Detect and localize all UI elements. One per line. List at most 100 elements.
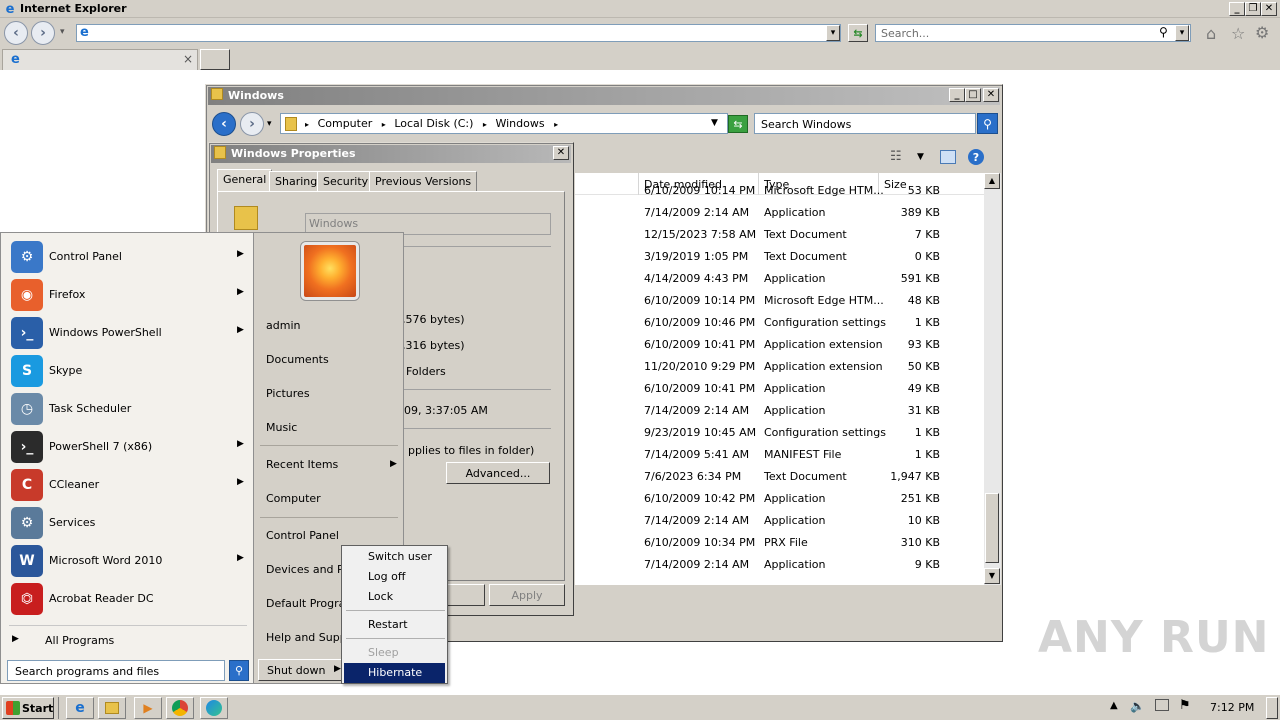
places-help-support[interactable]: Help and Supp — [266, 631, 347, 644]
taskbar-explorer-icon[interactable] — [98, 697, 126, 719]
places-devices-printers[interactable]: Devices and Pri — [266, 563, 351, 576]
ie-search-input[interactable]: Search... — [881, 27, 929, 40]
volume-icon[interactable]: 🔈 — [1130, 699, 1145, 713]
preview-pane-icon[interactable] — [940, 150, 956, 164]
explorer-maximize-button[interactable]: □ — [965, 88, 981, 102]
scroll-up-button[interactable]: ▲ — [984, 173, 1000, 189]
taskbar-ie-icon[interactable]: e — [66, 697, 94, 719]
apply-button[interactable]: Apply — [489, 584, 565, 606]
network-icon[interactable] — [1155, 699, 1169, 711]
close-button[interactable]: ✕ — [1261, 2, 1277, 16]
home-icon[interactable]: ⌂ — [1206, 24, 1216, 43]
places-computer[interactable]: Computer — [266, 492, 321, 505]
program-item[interactable]: ◷ Task Scheduler — [9, 391, 249, 427]
breadcrumb-local-disk[interactable]: Local Disk (C:) — [394, 117, 473, 130]
shutdown-arrow-icon[interactable]: ▶ — [334, 664, 341, 674]
places-control-panel[interactable]: Control Panel — [266, 529, 339, 542]
table-row[interactable]: 6/10/2009 10:42 PM Application 251 KB — [575, 488, 975, 510]
explorer-forward-button[interactable]: › — [240, 112, 264, 136]
vertical-scrollbar[interactable]: ▲ ▼ — [984, 173, 1001, 585]
table-row[interactable]: 11/20/2010 9:29 PM Application extension 5… — [575, 356, 975, 378]
address-bar[interactable]: e ▾ — [76, 24, 841, 42]
menu-switch-user[interactable]: Switch user — [344, 547, 445, 567]
breadcrumb-windows[interactable]: Windows — [495, 117, 544, 130]
start-button[interactable]: Start — [2, 697, 54, 719]
table-row[interactable]: 6/10/2009 10:34 PM PRX File 310 KB — [575, 532, 975, 554]
breadcrumb-dropdown-icon[interactable]: ▼ — [711, 118, 718, 128]
program-item[interactable]: ⚙ Control Panel ▶ — [9, 239, 249, 275]
table-row[interactable]: 6/10/2009 10:14 PM Microsoft Edge HTM... 4… — [575, 290, 975, 312]
program-item[interactable]: W Microsoft Word 2010 ▶ — [9, 543, 249, 579]
tab-sharing[interactable]: Sharing — [269, 171, 324, 191]
address-dropdown-icon[interactable]: ▾ — [826, 25, 840, 41]
scroll-down-button[interactable]: ▼ — [984, 568, 1000, 584]
explorer-refresh-icon[interactable]: ⇆ — [728, 115, 748, 133]
program-item[interactable]: C CCleaner ▶ — [9, 467, 249, 503]
search-icon[interactable]: ⚲ — [1159, 25, 1168, 39]
tab-previous-versions[interactable]: Previous Versions — [369, 171, 478, 191]
taskbar-media-player-icon[interactable]: ▶ — [134, 697, 162, 719]
places-admin[interactable]: admin — [266, 319, 300, 332]
clock[interactable]: 7:12 PM — [1210, 701, 1254, 714]
table-row[interactable]: 6/10/2009 10:41 PM Application extension 9… — [575, 334, 975, 356]
action-center-flag-icon[interactable]: ⚑ — [1179, 698, 1191, 713]
ie-search-field[interactable]: Search... ⚲ ▾ — [875, 24, 1191, 42]
places-documents[interactable]: Documents — [266, 353, 329, 366]
ie-tab[interactable]: e × — [2, 49, 198, 70]
new-tab-button[interactable] — [200, 49, 230, 70]
menu-lock[interactable]: Lock — [344, 587, 445, 607]
start-search-input[interactable]: Search programs and files — [15, 665, 159, 678]
advanced-button[interactable]: Advanced... — [446, 462, 550, 484]
refresh-icon[interactable]: ⇆ — [848, 24, 868, 42]
back-button[interactable]: ‹ — [4, 21, 28, 45]
table-row[interactable]: 9/23/2019 10:45 AM Configuration settings… — [575, 422, 975, 444]
properties-close-button[interactable]: ✕ — [553, 146, 569, 160]
explorer-close-button[interactable]: ✕ — [983, 88, 999, 102]
start-search-icon[interactable]: ⚲ — [229, 660, 249, 681]
table-row[interactable]: 6/10/2009 10:14 PM Microsoft Edge HTM... 5… — [575, 180, 975, 202]
taskbar-edge-icon[interactable] — [200, 697, 228, 719]
tab-close-icon[interactable]: × — [183, 52, 193, 66]
places-music[interactable]: Music — [266, 421, 297, 434]
scroll-thumb[interactable] — [985, 493, 999, 563]
user-avatar[interactable] — [301, 242, 359, 300]
explorer-search-input[interactable]: Search Windows — [761, 118, 851, 131]
table-row[interactable]: 7/6/2023 6:34 PM Text Document 1,947 KB — [575, 466, 975, 488]
explorer-back-button[interactable]: ‹ — [212, 112, 236, 136]
table-row[interactable]: 7/14/2009 2:14 AM Application 31 KB — [575, 400, 975, 422]
tab-security[interactable]: Security — [317, 171, 375, 191]
table-row[interactable]: 7/14/2009 2:14 AM Application 389 KB — [575, 202, 975, 224]
forward-button[interactable]: › — [31, 21, 55, 45]
places-pictures[interactable]: Pictures — [266, 387, 310, 400]
breadcrumb[interactable]: ▸ Computer ▸ Local Disk (C:) ▸ Windows ▸… — [280, 113, 728, 134]
tab-general[interactable]: General — [217, 169, 273, 191]
taskbar-chrome-icon[interactable] — [166, 697, 194, 719]
explorer-minimize-button[interactable]: _ — [949, 88, 965, 102]
menu-restart[interactable]: Restart — [344, 615, 445, 635]
tray-expand-icon[interactable]: ▲ — [1110, 700, 1118, 711]
program-item[interactable]: ⚙ Services — [9, 505, 249, 541]
start-search-field[interactable]: Search programs and files — [7, 660, 225, 681]
table-row[interactable]: 7/14/2009 2:14 AM Application 9 KB — [575, 554, 975, 576]
table-row[interactable]: 3/19/2019 1:05 PM Text Document 0 KB — [575, 246, 975, 268]
favorites-star-icon[interactable]: ☆ — [1231, 24, 1245, 43]
minimize-button[interactable]: _ — [1229, 2, 1245, 16]
program-item[interactable]: ›_ Windows PowerShell ▶ — [9, 315, 249, 351]
gear-icon[interactable]: ⚙ — [1255, 23, 1269, 42]
breadcrumb-computer[interactable]: Computer — [318, 117, 373, 130]
recent-pages-icon[interactable]: ▾ — [267, 119, 272, 129]
view-dropdown-icon[interactable]: ▼ — [917, 152, 924, 162]
table-row[interactable]: 7/14/2009 2:14 AM Application 10 KB — [575, 510, 975, 532]
table-row[interactable]: 4/14/2009 4:43 PM Application 591 KB — [575, 268, 975, 290]
table-row[interactable]: 7/14/2009 5:41 AM MANIFEST File 1 KB — [575, 444, 975, 466]
view-options-icon[interactable]: ☷ — [890, 149, 902, 164]
program-item[interactable]: ⏣ Acrobat Reader DC — [9, 581, 249, 617]
search-dropdown-icon[interactable]: ▾ — [1175, 25, 1189, 41]
places-recent-items[interactable]: Recent Items — [266, 458, 338, 471]
program-item[interactable]: ›_ PowerShell 7 (x86) ▶ — [9, 429, 249, 465]
shutdown-button[interactable]: Shut down ▶ — [258, 659, 346, 681]
table-row[interactable]: 6/10/2009 10:46 PM Configuration settings… — [575, 312, 975, 334]
program-item[interactable]: S Skype — [9, 353, 249, 389]
help-icon[interactable]: ? — [968, 149, 984, 165]
restore-button[interactable]: ❐ — [1245, 2, 1261, 16]
